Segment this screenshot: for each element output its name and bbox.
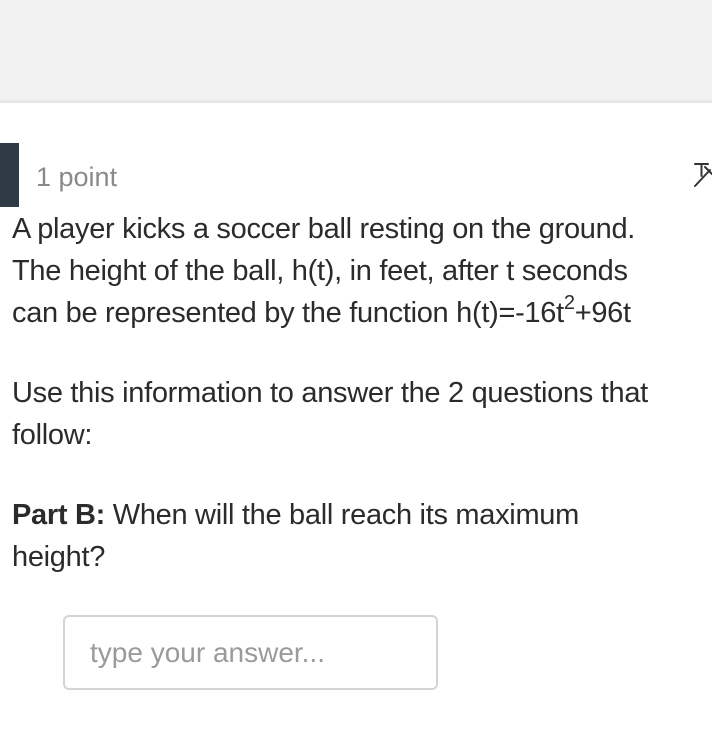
function-suffix: +96t (574, 297, 631, 329)
points-label: 1 point (36, 162, 118, 192)
question-body: A player kicks a soccer ball resting on … (12, 208, 712, 578)
stem-line-1: A player kicks a soccer ball resting on … (12, 213, 636, 245)
instruction-line-2: follow: (12, 419, 93, 451)
part-prompt-line-1: Part B: When will the ball reach its max… (12, 494, 712, 536)
stem-line-2: The height of the ball, h(t), in feet, a… (12, 255, 628, 287)
top-bar (0, 0, 712, 103)
function-exponent: 2 (563, 292, 575, 315)
answer-input[interactable] (63, 615, 438, 690)
instruction-line-1: Use this information to answer the 2 que… (12, 377, 648, 409)
part-prompt-line-2: height? (12, 541, 106, 573)
question-marker (0, 143, 19, 207)
part-label: Part B: (12, 499, 105, 531)
function-prefix: can be represented by the function h(t)=… (12, 297, 564, 329)
pin-icon[interactable] (692, 160, 712, 190)
stem-line-3: can be represented by the function h(t)=… (12, 292, 712, 334)
part-text: When will the ball reach its maximum (104, 499, 580, 531)
